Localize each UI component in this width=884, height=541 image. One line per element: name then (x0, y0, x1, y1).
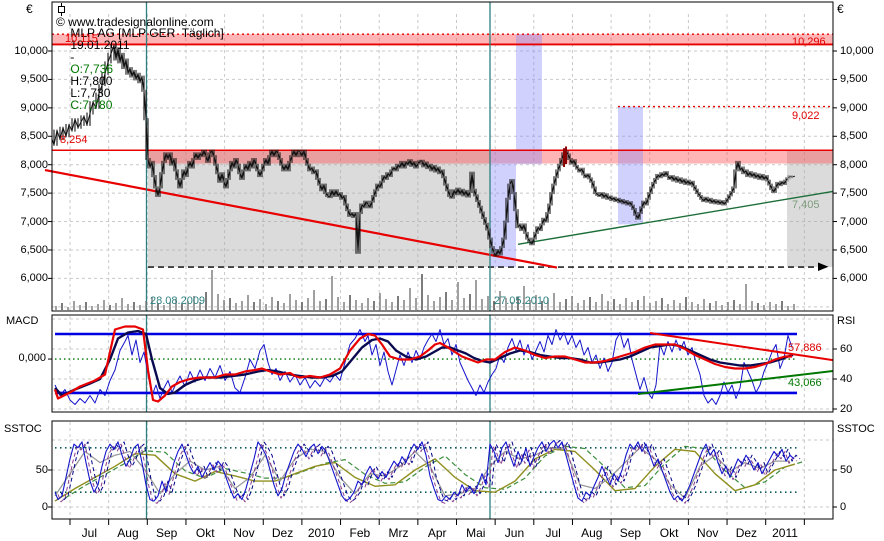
price-tick-right: 10,000 (840, 45, 874, 57)
rsi-tick: 40 (840, 373, 852, 385)
price-tick-left: 8,000 (20, 159, 48, 171)
month-label: Jul (70, 526, 109, 540)
macd-panel-title: MACD (6, 315, 38, 327)
price-tick-left: 6,000 (20, 272, 48, 284)
sstoc-panel (55, 440, 805, 503)
price-tick-left: 6,500 (20, 244, 48, 256)
price-tick-right: 6,000 (840, 272, 868, 284)
rsi-tick: 20 (840, 403, 852, 415)
month-label: Okt (650, 526, 689, 540)
price-tick-left: 7,500 (20, 187, 48, 199)
price-tick-left: 9,500 (20, 73, 48, 85)
rsi-support-value: 43,066 (788, 377, 822, 389)
month-label: Apr (418, 526, 457, 540)
chart-window: € € MLP AG [MLP GER Täglich] 19.01.2011 … (0, 0, 884, 541)
price-tick-right: 8,500 (840, 130, 868, 142)
currency-label-left: € (26, 3, 33, 15)
month-label: Nov (688, 526, 727, 540)
sstoc-tick-left: 0 (42, 501, 48, 513)
macd-zero-tick: 0,000 (8, 352, 46, 364)
month-label: Sep (611, 526, 650, 540)
month-label: Dez (727, 526, 766, 540)
price-tick-left: 9,000 (20, 102, 48, 114)
price-tick-right: 9,500 (840, 73, 868, 85)
target-9022-label: 9,022 (792, 110, 820, 122)
price-tick-right: 6,500 (840, 244, 868, 256)
resistance-10296-label: 10,296 (792, 36, 826, 48)
month-label: Okt (186, 526, 225, 540)
month-label: Jun (495, 526, 534, 540)
month-label: Dez (263, 526, 302, 540)
price-tick-right: 8,000 (840, 159, 868, 171)
resistance-10115-label: 10,115 (65, 33, 98, 45)
price-tick-right: 7,500 (840, 187, 868, 199)
month-label: Aug (109, 526, 148, 540)
month-label: 2011 (766, 526, 805, 540)
close-value: C:7,780 (70, 98, 112, 112)
macd-rsi-panel (55, 327, 833, 405)
price-tick-left: 8,500 (20, 130, 48, 142)
month-label: Aug (572, 526, 611, 540)
copyright-label: © www.tradesignalonline.com (56, 16, 214, 28)
price-tick-right: 7,000 (840, 216, 868, 228)
sstoc-tick-right: 50 (840, 464, 852, 476)
sstoc-tick-left: 50 (36, 464, 48, 476)
month-label: Mrz (379, 526, 418, 540)
month-label: Mai (457, 526, 496, 540)
month-label: Nov (225, 526, 264, 540)
rsi-panel-title: RSI (837, 315, 855, 327)
sstoc-panel-title-right: SSTOC (837, 423, 875, 435)
event-date-2: 27.05.2010 (494, 295, 549, 307)
month-label: Feb (341, 526, 380, 540)
trendline-7405-label: 7,405 (792, 199, 820, 211)
rsi-resistance-value: 57,886 (788, 342, 822, 354)
price-tick-left: 7,000 (20, 216, 48, 228)
sstoc-panel-title-left: SSTOC (4, 423, 42, 435)
price-tick-right: 9,000 (840, 102, 868, 114)
month-label: Jul (534, 526, 573, 540)
sstoc-tick-right: 0 (840, 501, 846, 513)
month-label: Sep (147, 526, 186, 540)
event-date-1: 28.08.2009 (150, 295, 205, 307)
month-label: 2010 (302, 526, 341, 540)
resistance-8254-label: 8,254 (60, 134, 88, 146)
price-tick-left: 10,000 (14, 45, 48, 57)
rsi-tick: 60 (840, 343, 852, 355)
currency-label-right: € (837, 3, 844, 15)
